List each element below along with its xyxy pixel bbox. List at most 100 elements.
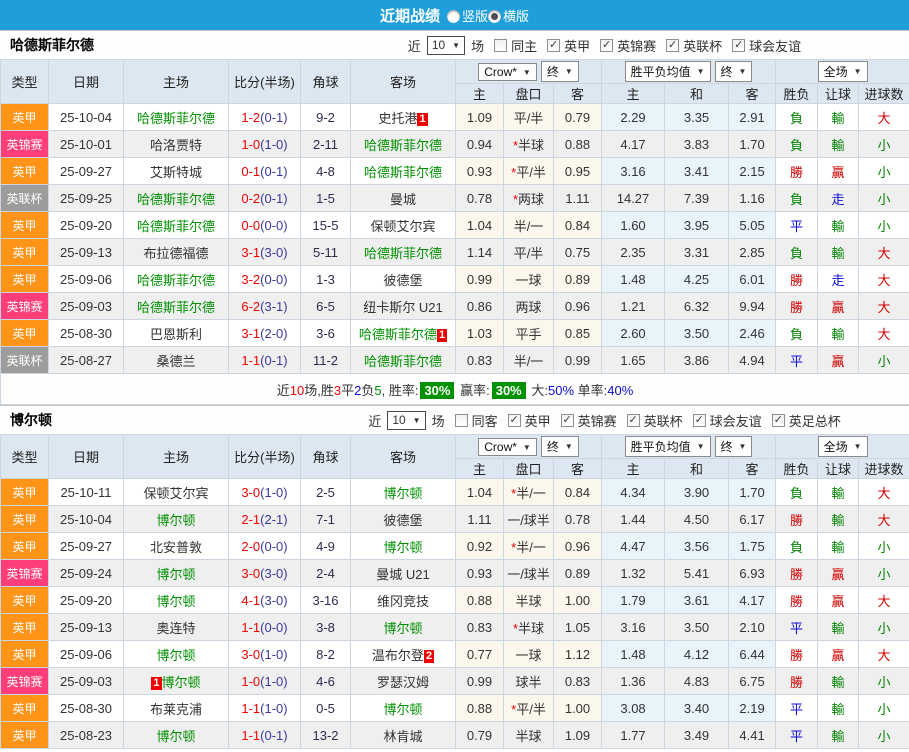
handicap-value: 半球 [518,620,545,636]
league-filter-checkbox[interactable]: ✓ [560,413,574,427]
avg-home-cell: 1.65 [601,346,666,374]
league-filter-label: 英甲 [564,38,591,54]
odds-company-select[interactable]: Crow* ▼ [478,438,537,456]
table-row: 英甲 25-08-30 布莱克浦 1-1(1-0) 0-5 博尔顿 0.88 *平/半 1.00… [0,694,909,722]
league-filter-checkbox[interactable]: ✓ [600,38,614,52]
team-link: 彼德堡 [383,272,423,288]
league-filter-checkbox[interactable]: ✓ [692,413,706,427]
team-link: 博尔顿 [383,620,423,636]
same-venue-checkbox[interactable] [454,413,468,427]
avg-home-cell: 2.29 [601,103,666,131]
odds-home-cell: 0.93 [455,157,504,185]
odds-home-cell: 1.04 [455,211,504,239]
home-team-cell: 布拉德福德 [123,238,229,266]
match-count-select[interactable]: 10 ▼ [387,410,426,430]
avg-odds-select[interactable]: 胜平负均值 ▼ [624,436,711,457]
home-team-cell: 1 博尔顿 [123,667,229,695]
odds-home-cell: 1.03 [455,319,504,347]
column-header: 客 [552,458,603,479]
layout-radio-selected[interactable] [488,9,501,23]
handicap-value: 平/半 [516,701,546,717]
date-cell: 25-08-30 [48,694,124,722]
chevron-down-icon: ▼ [522,67,531,77]
league-filter-checkbox[interactable]: ✓ [626,413,640,427]
fullmatch-select[interactable]: 全场 ▼ [817,61,868,82]
away-team-cell: 博尔顿 [350,613,456,641]
home-team-cell: 博尔顿 [123,559,229,587]
avg-time-select[interactable]: 终 ▼ [714,61,753,82]
league-badge: 英甲 [0,586,49,614]
odds-away-cell: 0.79 [552,103,603,131]
rank-badge: 2 [423,649,435,663]
filter-prefix-label: 近 [368,413,382,429]
layout-radio-label[interactable]: 横版 [503,9,529,24]
away-team-cell: 博尔顿 [350,532,456,560]
league-filter-checkbox[interactable]: ✓ [666,38,680,52]
layout-radio-option[interactable] [446,9,460,23]
halftime-score: (2-1) [260,511,288,527]
odds-company-select[interactable]: Crow* ▼ [478,63,537,81]
avg-draw-cell: 3.40 [664,694,730,722]
handicap-cell: *两球 [503,184,554,212]
corners-cell: 15-5 [300,211,351,239]
handicap-cell: 两球 [503,292,554,320]
result-goals-cell: 小 [858,613,909,641]
match-count-select[interactable]: 10 ▼ [426,35,466,55]
column-header: 主 [601,83,666,104]
layout-radio-label[interactable]: 竖版 [462,9,488,24]
match-count-value: 10 [392,413,406,427]
avg-time-select[interactable]: 终 ▼ [714,436,753,457]
avg-odds-select[interactable]: 胜平负均值 ▼ [624,61,711,82]
fulltime-score: 3-0 [241,484,261,500]
avg-away-cell: 2.15 [728,157,777,185]
result-handicap-cell: 輸 [817,721,860,749]
odds-away-cell: 1.00 [552,586,603,614]
column-header: 客 [728,83,777,104]
avg-away-cell: 6.93 [728,559,777,587]
corners-cell: 2-4 [300,559,351,587]
corners-cell: 4-6 [300,667,351,695]
handicap-cell: 平手 [503,319,554,347]
home-team-cell: 哈德斯菲尔德 [123,103,229,131]
table-row: 英甲 25-09-27 艾斯特城 0-1(0-1) 4-8 哈德斯菲尔德 0.93 *平/半 0… [0,157,909,185]
league-badge: 英锦赛 [0,559,49,587]
league-filter-checkbox[interactable]: ✓ [732,38,746,52]
fullmatch-select[interactable]: 全场 ▼ [817,436,868,457]
handicap-value: 半/一 [516,485,546,501]
league-badge: 英联杯 [0,346,49,374]
away-team-cell: 温布尔登 2 [350,640,456,668]
halftime-score: (0-0) [260,217,288,233]
summary-text: 40% [607,382,634,398]
table-row: 英联杯 25-09-25 哈德斯菲尔德 0-2(0-1) 1-5 曼城 0.78 *两球 1.1… [0,184,909,212]
league-filter-checkbox[interactable]: ✓ [507,413,521,427]
odds-time-select[interactable]: 终 ▼ [540,436,579,457]
topbar: 近期战绩 竖版 横版 [0,0,909,30]
league-filter-label: 英锦赛 [577,413,617,429]
team-link: 博尔顿 [383,539,423,555]
league-filter-checkbox[interactable]: ✓ [771,413,785,427]
column-header: 主场 [123,59,229,104]
table-row: 英锦赛 25-09-03 1 博尔顿 1-0(1-0) 4-6 罗瑟汉姆 0.99 球半 0.83… [0,667,909,695]
result-wdl-cell: 勝 [775,586,819,614]
handicap-cell: 一球 [503,640,554,668]
avg-home-cell: 1.79 [601,586,666,614]
table-row: 英甲 25-09-27 北安普敦 2-0(0-0) 4-9 博尔顿 0.92 *半/一 0.96… [0,532,909,560]
table-row: 英甲 25-10-11 保顿艾尔宾 3-0(1-0) 2-5 博尔顿 1.04 *半/一 0.8… [0,478,909,506]
date-cell: 25-09-20 [48,211,124,239]
fulltime-score: 2-1 [241,511,261,527]
team-link: 温布尔登 [371,647,424,663]
avg-draw-cell: 3.49 [664,721,730,749]
score-cell: 3-0(1-0) [228,478,301,506]
league-filter-checkbox[interactable]: ✓ [547,38,561,52]
column-header: 日期 [48,59,124,104]
score-cell: 2-1(2-1) [228,505,301,533]
same-venue-checkbox[interactable] [494,38,508,52]
team-link: 曼城 [389,191,416,207]
date-cell: 25-10-01 [48,130,124,158]
odds-time-select[interactable]: 终 ▼ [540,61,579,82]
halftime-score: (0-0) [260,538,288,554]
handicap-value: 半/一 [516,539,546,555]
halftime-score: (2-0) [260,325,288,341]
column-header: 让球 [817,83,860,104]
odds-away-cell: 0.99 [552,346,603,374]
